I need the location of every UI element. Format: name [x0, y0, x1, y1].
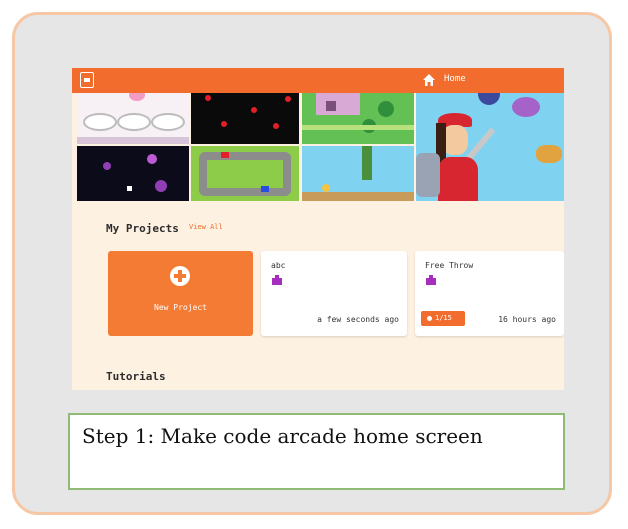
my-projects-heading: My Projects: [106, 222, 179, 235]
banner-tile-cherries[interactable]: [191, 93, 299, 144]
banner-tile-platformer[interactable]: [302, 146, 414, 201]
new-project-button[interactable]: New Project: [108, 251, 253, 336]
badge-label: 1/15: [435, 314, 452, 322]
caption-text: Step 1: Make code arcade home screen: [82, 424, 483, 448]
tutorials-heading: Tutorials: [106, 370, 166, 383]
view-all-link[interactable]: View All: [189, 223, 223, 231]
tutorial-progress-badge: 1/15: [421, 311, 465, 326]
puzzle-icon: [426, 275, 436, 285]
new-project-label: New Project: [154, 303, 207, 312]
project-modified-time: 16 hours ago: [498, 315, 556, 324]
plus-icon: [170, 266, 190, 286]
banner-tile-plates[interactable]: [77, 93, 189, 144]
makecode-arcade-logo[interactable]: [80, 72, 94, 88]
hero-banner: [72, 93, 564, 201]
caption-box: Step 1: Make code arcade home screen: [68, 413, 565, 490]
home-icon[interactable]: [422, 73, 436, 87]
makecode-arcade-window: Home My Projects View All New Project ab…: [72, 68, 564, 390]
puzzle-icon: [272, 275, 282, 285]
project-modified-time: a few seconds ago: [317, 315, 399, 324]
project-card-abc[interactable]: abc a few seconds ago: [261, 251, 407, 336]
banner-tile-space[interactable]: [77, 146, 189, 201]
project-card-free-throw[interactable]: Free Throw 1/15 16 hours ago: [415, 251, 564, 336]
banner-tile-racetrack[interactable]: [191, 146, 299, 201]
home-label[interactable]: Home: [444, 74, 466, 84]
project-name: abc: [271, 261, 286, 270]
banner-tile-castle[interactable]: [302, 93, 414, 144]
progress-dot-icon: [427, 316, 432, 321]
top-bar: Home: [72, 68, 564, 93]
banner-tile-hero-art[interactable]: [416, 93, 564, 201]
project-name: Free Throw: [425, 261, 474, 270]
